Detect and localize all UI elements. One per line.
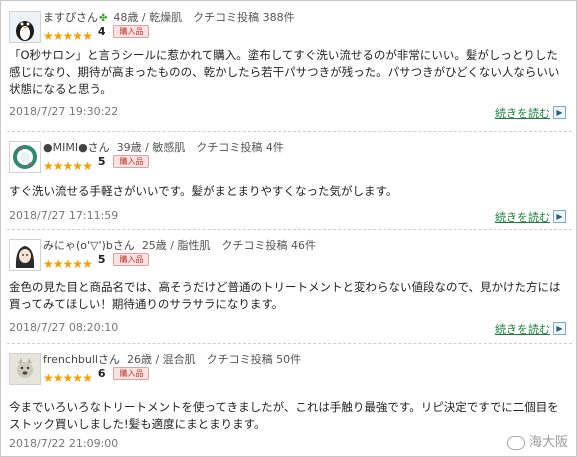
reviewer-name[interactable]: ●MIMI●さん: [43, 141, 110, 154]
rating-score: 5: [97, 155, 106, 168]
bulldog-avatar-icon: [10, 354, 40, 384]
review-text: 金色の見た目と商品名では、高そうだけど普通のトリートメントと変わらない値段なので…: [9, 280, 561, 311]
review-item: frenchbullさん 26歳 / 混合肌 クチコミ投稿 50件 ★★★★★ 6…: [1, 351, 576, 455]
reviewer-meta: 39歳 / 敏感肌 クチコミ投稿 4件: [116, 141, 284, 154]
review-date: 2018/7/27 19:30:22: [9, 105, 119, 118]
arrow-right-icon[interactable]: ▶: [553, 322, 566, 335]
reviewer-meta: 25歳 / 脂性肌 クチコミ投稿 46件: [141, 239, 317, 252]
reviewer-name[interactable]: みにゃ(o'▽')bさん: [43, 239, 135, 252]
chat-bubble-icon: [506, 435, 525, 450]
review-date: 2018/7/27 17:11:59: [9, 209, 119, 222]
star-rating: ★★★★★ 6 購入品: [43, 367, 150, 385]
review-list-panel: ますぴさん✤ 48歳 / 乾燥肌 クチコミ投稿 388件 ★★★★★ 4 購入品 「O…: [0, 0, 577, 457]
read-more-link[interactable]: 続きを読む: [495, 321, 550, 337]
star-icon: ★: [82, 257, 93, 271]
wreath-avatar-icon: [10, 142, 40, 172]
review-item: みにゃ(o'▽')bさん 25歳 / 脂性肌 クチコミ投稿 46件 ★★★★★ 5…: [1, 237, 576, 341]
avatar[interactable]: [9, 11, 41, 43]
divider: [7, 229, 572, 230]
star-rating: ★★★★★ 5 購入品: [43, 155, 150, 173]
star-rating: ★★★★★ 4 購入品: [43, 25, 150, 43]
reviewer-name[interactable]: frenchbullさん: [43, 353, 120, 366]
review-date: 2018/7/22 21:09:00: [9, 437, 119, 450]
arrow-right-icon[interactable]: ▶: [553, 106, 566, 119]
rating-score: 5: [97, 253, 106, 266]
girl-avatar-icon: [10, 240, 40, 270]
rating-score: 6: [97, 367, 106, 380]
watermark-text: 海大阪: [528, 435, 568, 450]
star-icon: ★: [82, 29, 93, 43]
review-text: 今までいろいろなトリートメントを使ってきましたが、これは手触り最強です。リピ決定…: [9, 400, 559, 431]
reviewer-info: みにゃ(o'▽')bさん 25歳 / 脂性肌 クチコミ投稿 46件: [43, 237, 316, 253]
read-more-link[interactable]: 続きを読む: [495, 209, 550, 225]
review-item: ●MIMI●さん 39歳 / 敏感肌 クチコミ投稿 4件 ★★★★★ 5 購入品 す…: [1, 139, 576, 227]
purchased-badge: 購入品: [113, 25, 150, 38]
rating-score: 4: [97, 25, 106, 38]
reviewer-info: ますぴさん✤ 48歳 / 乾燥肌 クチコミ投稿 388件: [43, 9, 295, 25]
review-text: 「O秒サロン」と言うシールに惹かれて購入。塗布してすぐ洗い流せるのが非常にいい。…: [9, 48, 560, 96]
review-item: ますぴさん✤ 48歳 / 乾燥肌 クチコミ投稿 388件 ★★★★★ 4 購入品 「O…: [1, 9, 576, 121]
avatar[interactable]: [9, 141, 41, 173]
leaf-icon: ✤: [99, 13, 108, 24]
review-date: 2018/7/27 08:20:10: [9, 321, 119, 334]
purchased-badge: 購入品: [113, 253, 150, 266]
avatar[interactable]: [9, 239, 41, 271]
purchased-badge: 購入品: [113, 367, 150, 380]
purchased-badge: 購入品: [113, 155, 150, 168]
watermark: 海大阪: [506, 431, 568, 450]
star-rating: ★★★★★ 5 購入品: [43, 253, 150, 271]
arrow-right-icon[interactable]: ▶: [553, 210, 566, 223]
star-icon: ★: [82, 371, 93, 385]
read-more-link[interactable]: 続きを読む: [495, 105, 550, 121]
review-text: すぐ洗い流せる手軽さがいいです。髪がまとまりやすくなった気がします。: [9, 184, 398, 198]
divider: [7, 343, 572, 344]
reviewer-name[interactable]: ますぴさん: [43, 11, 98, 24]
reviewer-meta: 26歳 / 混合肌 クチコミ投稿 50件: [126, 353, 302, 366]
reviewer-meta: 48歳 / 乾燥肌 クチコミ投稿 388件: [113, 11, 295, 24]
reviewer-info: frenchbullさん 26歳 / 混合肌 クチコミ投稿 50件: [43, 351, 301, 367]
avatar[interactable]: [9, 353, 41, 385]
divider: [7, 131, 572, 132]
reviewer-info: ●MIMI●さん 39歳 / 敏感肌 クチコミ投稿 4件: [43, 139, 284, 155]
star-icon: ★: [82, 159, 93, 173]
penguin-avatar-icon: [10, 12, 40, 42]
